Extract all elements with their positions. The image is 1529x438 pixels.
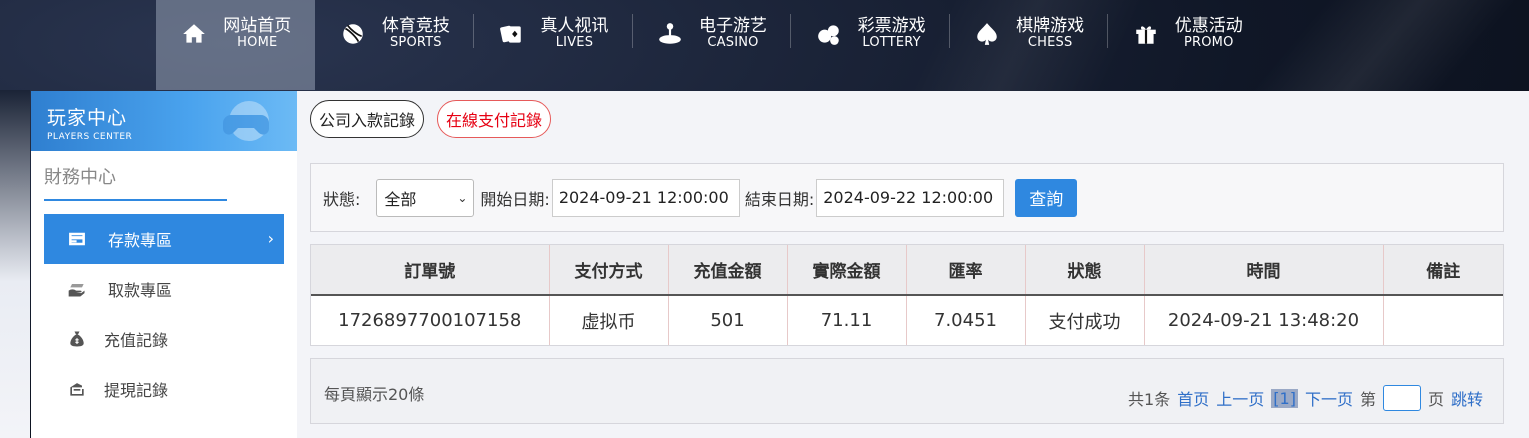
status-select[interactable]: 全部 ⌄ bbox=[376, 178, 475, 217]
cell-time: 2024-09-21 13:48:20 bbox=[1144, 295, 1384, 345]
cell-exchange-rate: 7.0451 bbox=[906, 295, 1026, 345]
nav-label-en: PROMO bbox=[1183, 35, 1234, 51]
col-header-payment-method: 支付方式 bbox=[549, 245, 669, 296]
sidebar-item-withdraw[interactable]: 取款專區 bbox=[44, 264, 284, 314]
nav-label-cn: 体育竞技 bbox=[381, 15, 450, 36]
home-icon bbox=[179, 19, 209, 49]
next-page-link[interactable]: 下一页 bbox=[1305, 386, 1353, 410]
pagination: 共1条 首页 上一页 [1] 下一页 第 页 跳转 bbox=[1128, 385, 1483, 411]
tab-company-deposit-records[interactable]: 公司入款記錄 bbox=[310, 100, 425, 138]
nav-label-cn: 优惠活动 bbox=[1174, 15, 1243, 36]
nav-label-en: LIVES bbox=[555, 35, 594, 51]
sidebar-menu: 存款專區 › 取款專區 充值記錄 提現記錄 bbox=[31, 214, 297, 414]
query-button[interactable]: 查詢 bbox=[1015, 178, 1078, 217]
top-nav: 网站首页 HOME 体育竞技 SPORTS 真人视讯 LIVES 电子游艺 CA… bbox=[156, 0, 1266, 90]
card-icon bbox=[66, 228, 88, 250]
jump-link[interactable]: 跳转 bbox=[1451, 386, 1483, 410]
start-date-label: 開始日期: bbox=[480, 189, 550, 209]
money-bag-icon bbox=[66, 328, 88, 350]
players-center-header: 玩家中心 PLAYERS CENTER bbox=[31, 91, 297, 151]
nav-label-en: SPORTS bbox=[389, 35, 442, 51]
spade-icon bbox=[972, 19, 1002, 49]
chevron-right-icon: › bbox=[267, 229, 274, 248]
joystick-icon bbox=[655, 19, 685, 49]
nav-item-sports[interactable]: 体育竞技 SPORTS bbox=[315, 0, 474, 90]
filter-bar: 狀態: 全部 ⌄ 開始日期: 結束日期: 查詢 bbox=[310, 163, 1504, 232]
pagination-bar: 每頁顯示20條 共1条 首页 上一页 [1] 下一页 第 页 跳转 bbox=[310, 358, 1504, 424]
cash-hand-icon bbox=[66, 278, 88, 300]
col-header-order-no: 訂單號 bbox=[311, 245, 550, 296]
nav-item-lottery[interactable]: 彩票游戏 LOTTERY bbox=[790, 0, 949, 90]
sidebar-item-withdraw-records[interactable]: 提現記錄 bbox=[44, 364, 284, 414]
col-header-recharge-amount: 充值金額 bbox=[668, 245, 788, 296]
main-content: 公司入款記錄 在線支付記錄 狀態: 全部 ⌄ 開始日期: 結束日期: 查詢 訂單… bbox=[297, 91, 1529, 438]
nav-label-en: CHESS bbox=[1027, 35, 1073, 51]
status-select-value: 全部 bbox=[384, 189, 417, 209]
end-date-input[interactable] bbox=[816, 178, 1005, 217]
background-glow bbox=[0, 90, 30, 438]
tab-online-payment-records[interactable]: 在線支付記錄 bbox=[437, 100, 552, 138]
cards-icon bbox=[496, 19, 526, 49]
current-page: [1] bbox=[1271, 388, 1298, 408]
cell-payment-method: 虚拟币 bbox=[549, 295, 669, 345]
page-number-input[interactable] bbox=[1382, 385, 1421, 411]
finance-center-title: 財務中心 bbox=[44, 163, 227, 201]
nav-label-cn: 电子游艺 bbox=[699, 15, 768, 36]
table-row: 1726897700107158 虚拟币 501 71.11 7.0451 支付… bbox=[311, 295, 1503, 345]
lottery-balls-icon bbox=[814, 19, 844, 49]
col-header-status: 狀態 bbox=[1025, 245, 1145, 296]
prev-page-link[interactable]: 上一页 bbox=[1216, 386, 1264, 410]
cell-remark bbox=[1383, 295, 1503, 345]
nav-label-cn: 网站首页 bbox=[223, 15, 292, 36]
sidebar-item-label: 充值記錄 bbox=[104, 331, 169, 350]
nav-label-en: CASINO bbox=[707, 35, 759, 51]
gift-icon bbox=[1131, 19, 1161, 49]
nav-label-en: HOME bbox=[237, 35, 278, 51]
records-table: 訂單號 支付方式 充值金額 實際金額 匯率 狀態 時間 備註 172689770… bbox=[311, 245, 1503, 345]
start-date-input[interactable] bbox=[551, 178, 740, 217]
goto-prefix: 第 bbox=[1359, 390, 1376, 409]
nav-item-promo[interactable]: 优惠活动 PROMO bbox=[1107, 0, 1266, 90]
cell-actual-amount: 71.11 bbox=[787, 295, 907, 345]
records-table-wrap: 訂單號 支付方式 充值金額 實際金額 匯率 狀態 時間 備註 172689770… bbox=[310, 244, 1504, 346]
per-page-text: 每頁顯示20條 bbox=[324, 385, 425, 404]
withdraw-icon bbox=[66, 378, 88, 400]
nav-item-lives[interactable]: 真人视讯 LIVES bbox=[473, 0, 632, 90]
chevron-down-icon: ⌄ bbox=[457, 190, 468, 205]
sidebar-item-label: 存款專區 bbox=[108, 231, 173, 250]
status-label: 狀態: bbox=[323, 189, 361, 209]
nav-label-cn: 真人视讯 bbox=[540, 15, 609, 36]
gamepad-icon bbox=[223, 101, 269, 141]
col-header-time: 時間 bbox=[1144, 245, 1384, 296]
nav-label-cn: 棋牌游戏 bbox=[1016, 15, 1085, 36]
nav-item-home[interactable]: 网站首页 HOME bbox=[156, 0, 315, 90]
nav-label-cn: 彩票游戏 bbox=[857, 15, 926, 36]
first-page-link[interactable]: 首页 bbox=[1177, 386, 1209, 410]
sidebar-item-label: 取款專區 bbox=[108, 281, 173, 300]
sidebar: 玩家中心 PLAYERS CENTER 財務中心 存款專區 › 取款專區 充值記… bbox=[31, 91, 297, 438]
sidebar-item-deposit[interactable]: 存款專區 › bbox=[44, 214, 284, 264]
goto-suffix: 页 bbox=[1427, 390, 1444, 409]
sidebar-item-recharge-records[interactable]: 充值記錄 bbox=[44, 314, 284, 364]
col-header-exchange-rate: 匯率 bbox=[906, 245, 1026, 296]
record-tabs: 公司入款記錄 在線支付記錄 bbox=[310, 100, 552, 138]
nav-item-casino[interactable]: 电子游艺 CASINO bbox=[631, 0, 791, 90]
nav-label-en: LOTTERY bbox=[862, 35, 921, 51]
cell-status: 支付成功 bbox=[1025, 295, 1145, 345]
sidebar-item-label: 提現記錄 bbox=[104, 381, 169, 400]
col-header-actual-amount: 實際金額 bbox=[787, 245, 907, 296]
cell-recharge-amount: 501 bbox=[668, 295, 788, 345]
table-header-row: 訂單號 支付方式 充值金額 實際金額 匯率 狀態 時間 備註 bbox=[311, 245, 1503, 296]
total-count: 共1条 bbox=[1128, 390, 1171, 409]
cell-order-no: 1726897700107158 bbox=[311, 295, 550, 345]
nav-item-chess[interactable]: 棋牌游戏 CHESS bbox=[948, 0, 1108, 90]
ball-icon bbox=[338, 19, 368, 49]
col-header-remark: 備註 bbox=[1383, 245, 1503, 296]
end-date-label: 結束日期: bbox=[744, 189, 815, 209]
